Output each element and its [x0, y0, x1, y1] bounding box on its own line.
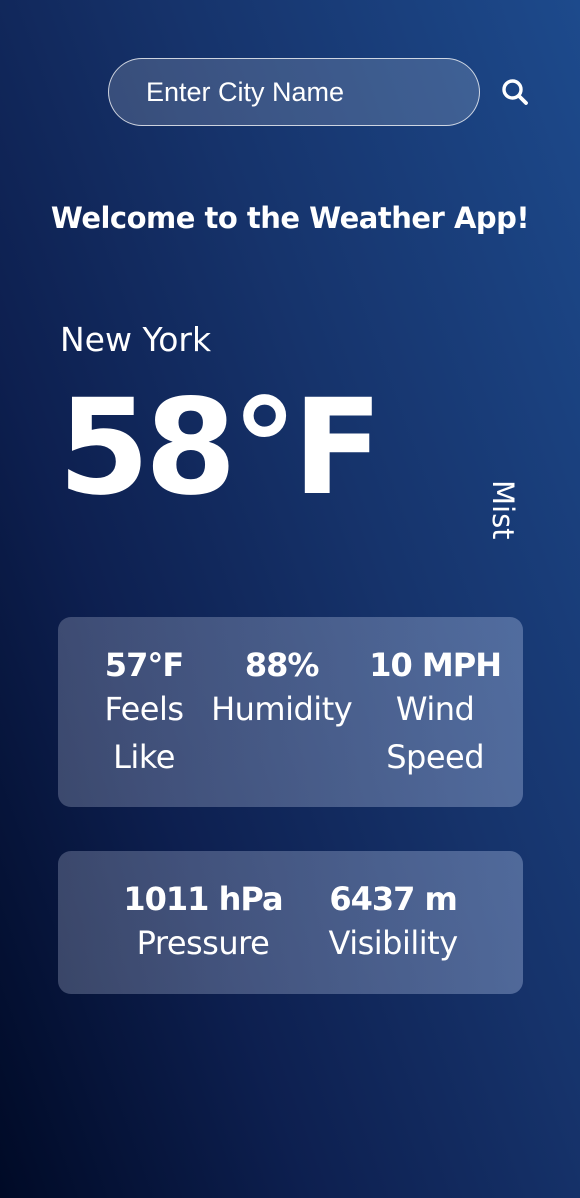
search-button[interactable]: [500, 62, 530, 122]
city-search-input[interactable]: [109, 59, 500, 125]
feels-like-label: Feels Like: [104, 690, 184, 776]
visibility-stat: 6437 m Visibility: [328, 879, 459, 994]
search-icon: [502, 79, 528, 105]
humidity-label: Humidity: [211, 690, 353, 728]
weather-condition: Mist: [486, 480, 520, 540]
feels-like-stat: 57°F Feels Like: [94, 645, 194, 807]
feels-like-value: 57°F: [104, 646, 184, 684]
pressure-value: 1011 hPa: [123, 880, 283, 918]
wind-speed-value: 10 MPH: [369, 646, 502, 684]
humidity-value: 88%: [244, 646, 320, 684]
welcome-heading: Welcome to the Weather App!: [50, 201, 530, 235]
humidity-stat: 88% Humidity: [211, 645, 353, 807]
visibility-label: Visibility: [328, 924, 459, 962]
visibility-value: 6437 m: [329, 880, 458, 918]
pressure-stat: 1011 hPa Pressure: [123, 879, 283, 994]
pressure-label: Pressure: [136, 924, 270, 962]
search-bar: [108, 58, 528, 126]
city-name: New York: [60, 320, 212, 359]
wind-speed-stat: 10 MPH Wind Speed: [369, 645, 502, 807]
weather-details-card: 57°F Feels Like 88% Humidity 10 MPH Wind…: [58, 617, 523, 807]
current-temperature: 58°F: [58, 371, 383, 525]
wind-speed-label: Wind Speed: [386, 690, 485, 776]
extra-details-card: 1011 hPa Pressure 6437 m Visibility: [58, 851, 523, 994]
